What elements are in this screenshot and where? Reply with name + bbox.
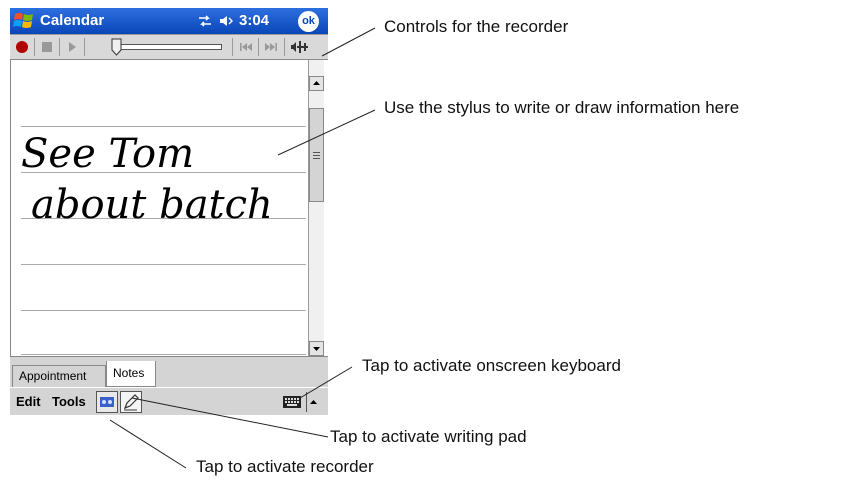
scroll-up-button[interactable] <box>309 76 324 91</box>
record-icon[interactable] <box>12 37 32 57</box>
menu-bar: Edit Tools <box>10 387 328 415</box>
sip-menu-button[interactable] <box>306 392 321 412</box>
scroll-up-arrow-icon <box>313 81 320 85</box>
note-writing-area[interactable]: See Tom about batch <box>10 60 308 356</box>
position-slider-track[interactable] <box>120 44 222 50</box>
clock[interactable]: 3:04 <box>239 12 269 29</box>
writing-pad-button[interactable] <box>120 391 142 413</box>
recorder-toolbar <box>10 34 328 60</box>
scroll-down-button[interactable] <box>309 341 324 356</box>
recorder-toggle-button[interactable] <box>96 391 118 413</box>
tab-appointment[interactable]: Appointment <box>12 365 106 387</box>
stop-icon[interactable] <box>37 37 57 57</box>
position-slider-thumb[interactable] <box>111 38 122 56</box>
callout-recorder-controls: Controls for the recorder <box>384 17 569 36</box>
menu-tools[interactable]: Tools <box>52 394 86 409</box>
toolbar-divider <box>284 38 285 56</box>
callout-recorder: Tap to activate recorder <box>196 457 374 476</box>
toolbar-divider <box>59 38 60 56</box>
handwriting-line-1: See Tom <box>21 131 194 177</box>
toolbar-divider <box>258 38 259 56</box>
callout-keyboard: Tap to activate onscreen keyboard <box>362 356 621 375</box>
title-bar: Calendar 3:04 ok <box>10 8 328 34</box>
play-icon[interactable] <box>62 37 82 57</box>
pen-icon <box>123 394 139 411</box>
scroll-thumb[interactable] <box>309 108 324 202</box>
handwriting-line-2: about batch <box>31 182 273 228</box>
skip-back-icon[interactable] <box>236 37 256 57</box>
keyboard-icon[interactable] <box>282 394 302 410</box>
callout-stylus: Use the stylus to write or draw informat… <box>384 98 740 117</box>
tab-strip: Appointment Notes <box>10 356 328 387</box>
menu-edit[interactable]: Edit <box>16 394 41 409</box>
speaker-icon[interactable] <box>218 13 236 29</box>
pocket-pc-screen: Calendar 3:04 ok See Tom about batch App… <box>10 8 328 420</box>
toolbar-divider <box>232 38 233 56</box>
windows-flag-icon[interactable] <box>12 10 36 32</box>
tab-notes[interactable]: Notes <box>106 361 156 387</box>
toolbar-divider <box>34 38 35 56</box>
recorder-toggle-icon <box>100 397 114 407</box>
toolbar-divider <box>84 38 85 56</box>
scroll-down-arrow-icon <box>313 347 320 351</box>
connectivity-arrows-icon[interactable] <box>197 14 213 28</box>
ok-button[interactable]: ok <box>298 11 319 32</box>
volume-icon[interactable] <box>288 37 312 57</box>
grip-icon <box>313 152 320 159</box>
callout-writing-pad: Tap to activate writing pad <box>330 427 527 446</box>
app-title[interactable]: Calendar <box>40 12 104 29</box>
chevron-up-icon <box>310 400 317 404</box>
handwriting-ink: See Tom about batch <box>21 131 273 228</box>
skip-forward-icon[interactable] <box>261 37 281 57</box>
vertical-scrollbar[interactable] <box>308 60 324 356</box>
